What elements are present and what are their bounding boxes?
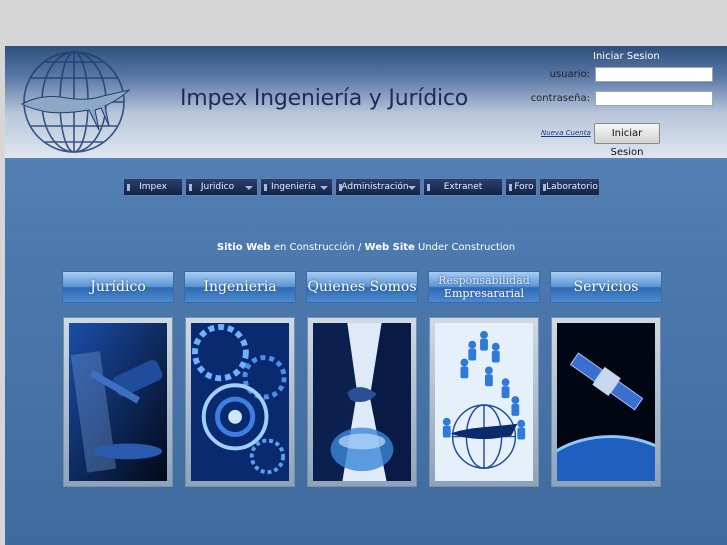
nav-item-extranet[interactable]: Extranet bbox=[423, 178, 503, 196]
nav-item-label: Ingenieria bbox=[270, 182, 317, 192]
nav-bullet-icon bbox=[264, 184, 267, 191]
section-label-line2: Empresararial bbox=[443, 287, 525, 300]
chevron-down-icon bbox=[245, 186, 253, 190]
password-input[interactable] bbox=[595, 91, 713, 106]
page-frame: Impex Ingeniería y Jurídico Iniciar Sesi… bbox=[5, 46, 727, 545]
notice-bold-2: Web Site bbox=[364, 242, 415, 253]
nav-bullet-icon bbox=[509, 184, 512, 191]
nav-item-ingenieria[interactable]: Ingenieria bbox=[260, 178, 333, 196]
login-title: Iniciar Sesion bbox=[593, 51, 660, 62]
username-input[interactable] bbox=[595, 67, 713, 82]
section-button-quienes-somos[interactable]: Quienes Somos bbox=[306, 271, 418, 303]
nav-bullet-icon bbox=[339, 184, 342, 191]
login-button[interactable]: Iniciar Sesion bbox=[594, 123, 660, 158]
gavel-image[interactable] bbox=[63, 317, 173, 487]
gear-icon bbox=[191, 323, 289, 481]
notice-bold-1: Sitio Web bbox=[216, 242, 271, 253]
notice-text-1: en Construcción / bbox=[270, 242, 365, 253]
nav-bullet-icon bbox=[189, 184, 192, 191]
nav-item-label: Administración bbox=[341, 182, 409, 192]
globe-logo-icon bbox=[20, 51, 131, 153]
section-button-ingenieria[interactable]: Ingenieria bbox=[184, 271, 296, 303]
new-account-link[interactable]: Nueva Cuenta bbox=[541, 129, 591, 137]
nav-item-label: Juridico bbox=[200, 182, 235, 192]
password-label: contraseña: bbox=[530, 93, 590, 104]
nav-item-label: Foro bbox=[514, 182, 534, 192]
satellite-icon bbox=[557, 323, 655, 481]
section-button-servicios[interactable]: Servicios bbox=[550, 271, 662, 303]
site-title: Impex Ingeniería y Jurídico bbox=[180, 86, 469, 111]
gavel-icon bbox=[69, 323, 167, 481]
satellite-image[interactable] bbox=[551, 317, 661, 487]
nav-bullet-icon bbox=[427, 184, 430, 191]
construction-notice: Sitio Web en Construcción / Web Site Und… bbox=[5, 242, 727, 253]
nav-item-laboratorio[interactable]: Laboratorio bbox=[539, 178, 600, 196]
nav-item-label: Laboratorio bbox=[546, 182, 598, 192]
nav-bullet-icon bbox=[543, 184, 546, 191]
notice-text-2: Under Construction bbox=[414, 242, 516, 253]
nav-item-impex[interactable]: Impex bbox=[123, 178, 183, 196]
nav-item-label: Impex bbox=[139, 182, 167, 192]
chevron-down-icon bbox=[408, 186, 416, 190]
people-globe-image[interactable] bbox=[429, 317, 539, 487]
nav-item-label: Extranet bbox=[443, 182, 483, 192]
people-globe-icon bbox=[435, 323, 533, 481]
section-button-juridico[interactable]: Jurídico bbox=[62, 271, 174, 303]
nav-bullet-icon bbox=[127, 184, 130, 191]
site-header: Impex Ingeniería y Jurídico Iniciar Sesi… bbox=[5, 46, 727, 158]
gears-image[interactable] bbox=[185, 317, 295, 487]
handshake-image[interactable] bbox=[307, 317, 417, 487]
username-label: usuario: bbox=[549, 69, 590, 80]
handshake-icon bbox=[313, 323, 411, 481]
nav-item-administracion[interactable]: Administración bbox=[335, 178, 421, 196]
section-label-line1: Responsabilidad bbox=[438, 274, 530, 287]
nav-item-juridico[interactable]: Juridico bbox=[185, 178, 258, 196]
chevron-down-icon bbox=[320, 186, 328, 190]
section-button-responsabilidad[interactable]: Responsabilidad Empresararial bbox=[428, 271, 540, 303]
nav-item-foro[interactable]: Foro bbox=[505, 178, 537, 196]
